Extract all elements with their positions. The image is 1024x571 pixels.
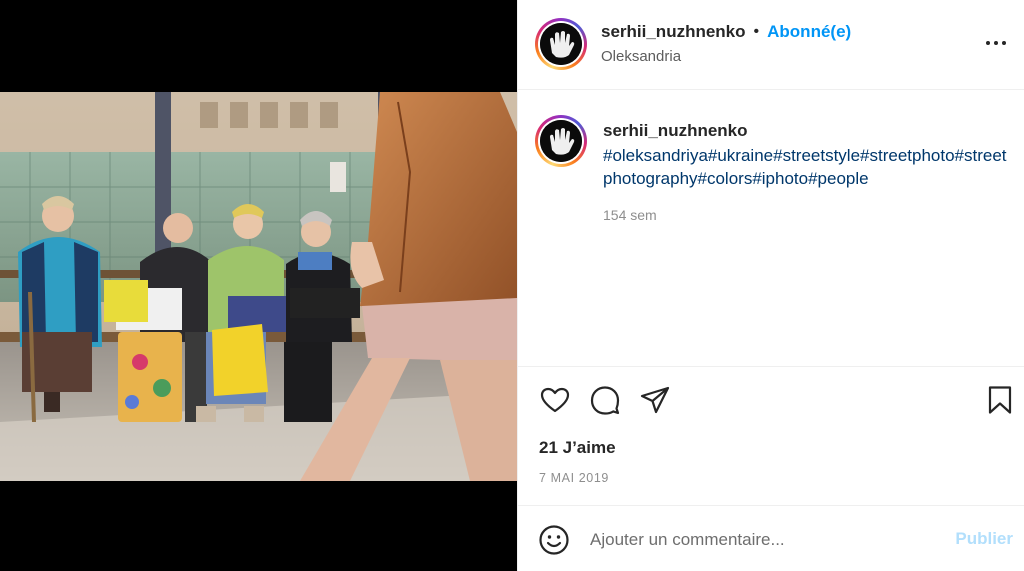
comment-bar: Publier <box>518 505 1024 571</box>
hand-icon <box>540 23 582 65</box>
post-photo[interactable] <box>0 92 517 481</box>
header-user-row: serhii_nuzhnenko • Abonné(e) <box>601 22 851 42</box>
location-link[interactable]: Oleksandria <box>601 48 681 65</box>
comment-input[interactable] <box>590 526 930 554</box>
post-side-panel: serhii_nuzhnenko • Abonné(e) Oleksandria <box>517 0 1024 571</box>
post-header: serhii_nuzhnenko • Abonné(e) Oleksandria <box>518 0 1024 90</box>
caption-hashtags[interactable]: #oleksandriya#ukraine#streetstyle#street… <box>603 144 1015 190</box>
avatar[interactable] <box>535 18 587 70</box>
action-bar <box>518 368 1024 428</box>
caption-username[interactable]: serhii_nuzhnenko <box>603 121 748 141</box>
separator-dot: • <box>753 23 760 40</box>
follow-status-button[interactable]: Abonné(e) <box>767 22 851 42</box>
username-link[interactable]: serhii_nuzhnenko <box>601 22 746 42</box>
likes-count[interactable]: 21 J’aime <box>539 438 616 458</box>
smiley-icon[interactable] <box>538 524 570 556</box>
caption-section: serhii_nuzhnenko #oleksandriya#ukraine#s… <box>518 91 1024 367</box>
bookmark-icon[interactable] <box>984 384 1016 416</box>
street-photo-image <box>0 92 517 481</box>
caption-avatar[interactable] <box>535 115 587 167</box>
more-options-icon[interactable] <box>983 30 1009 56</box>
instagram-post-view: serhii_nuzhnenko • Abonné(e) Oleksandria <box>0 0 1024 571</box>
publish-button[interactable]: Publier <box>955 529 1013 549</box>
heart-icon[interactable] <box>539 384 571 416</box>
paper-plane-icon[interactable] <box>639 384 671 416</box>
comment-bubble-icon[interactable] <box>589 384 621 416</box>
caption-time-ago: 154 sem <box>603 207 657 223</box>
avatar-image <box>540 23 582 65</box>
post-date[interactable]: 7 MAI 2019 <box>539 471 609 485</box>
avatar-image <box>540 120 582 162</box>
post-media <box>0 0 517 571</box>
hand-icon <box>540 120 582 162</box>
